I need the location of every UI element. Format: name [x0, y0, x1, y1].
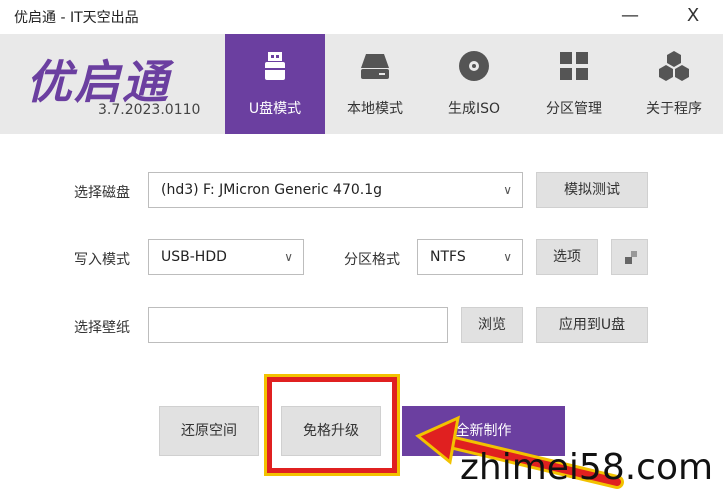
partition-format-value: NTFS — [430, 249, 466, 265]
tab-label: U盘模式 — [248, 101, 302, 117]
disk-label: 选择磁盘 — [74, 185, 130, 201]
app-version: 3.7.2023.0110 — [98, 102, 201, 118]
squares-icon — [625, 251, 637, 264]
tab-label: 分区管理 — [546, 101, 602, 117]
simulate-test-button[interactable]: 模拟测试 — [536, 172, 648, 208]
app-window: 优启通 - IT天空出品 — X 优启通 3.7.2023.0110 U盘模式 … — [0, 0, 723, 494]
hexagons-icon — [659, 51, 689, 81]
chevron-down-icon: ∨ — [284, 250, 293, 264]
disk-select[interactable]: (hd3) F: JMicron Generic 470.1g ∨ — [148, 172, 523, 208]
title-bar: 优启通 - IT天空出品 — X — [0, 0, 723, 34]
header: 优启通 3.7.2023.0110 U盘模式 本地模式 生成ISO 分区管理 关… — [0, 34, 723, 134]
window-title: 优启通 - IT天空出品 — [14, 10, 139, 26]
grid-icon — [560, 52, 588, 80]
tab-label: 本地模式 — [347, 101, 403, 117]
wallpaper-label: 选择壁纸 — [74, 320, 130, 336]
disk-select-value: (hd3) F: JMicron Generic 470.1g — [161, 182, 383, 198]
expand-button[interactable] — [611, 239, 648, 275]
write-mode-select[interactable]: USB-HDD ∨ — [148, 239, 304, 275]
hard-drive-icon — [361, 54, 389, 79]
chevron-down-icon: ∨ — [503, 183, 512, 197]
watermark-text: zhimei58.com — [460, 447, 714, 488]
usb-drive-icon — [265, 52, 285, 80]
partition-format-select[interactable]: NTFS ∨ — [417, 239, 523, 275]
tab-label: 关于程序 — [646, 101, 702, 117]
write-mode-value: USB-HDD — [161, 249, 227, 265]
partition-format-label: 分区格式 — [344, 252, 400, 268]
tab-generate-iso[interactable]: 生成ISO — [424, 34, 524, 134]
restore-space-button[interactable]: 还原空间 — [159, 406, 259, 456]
write-mode-label: 写入模式 — [74, 252, 130, 268]
browse-button[interactable]: 浏览 — [461, 307, 523, 343]
close-button[interactable]: X — [679, 4, 707, 28]
wallpaper-input[interactable] — [148, 307, 448, 343]
tab-partition-manager[interactable]: 分区管理 — [524, 34, 624, 134]
tab-usb-mode[interactable]: U盘模式 — [225, 34, 325, 134]
tab-local-mode[interactable]: 本地模式 — [325, 34, 425, 134]
apply-to-usb-button[interactable]: 应用到U盘 — [536, 307, 648, 343]
tab-label: 生成ISO — [447, 101, 501, 117]
tab-about[interactable]: 关于程序 — [624, 34, 723, 134]
minimize-button[interactable]: — — [616, 4, 644, 28]
annotation-highlight-box — [267, 377, 397, 473]
chevron-down-icon: ∨ — [503, 250, 512, 264]
disc-icon — [459, 51, 489, 81]
options-button[interactable]: 选项 — [536, 239, 598, 275]
